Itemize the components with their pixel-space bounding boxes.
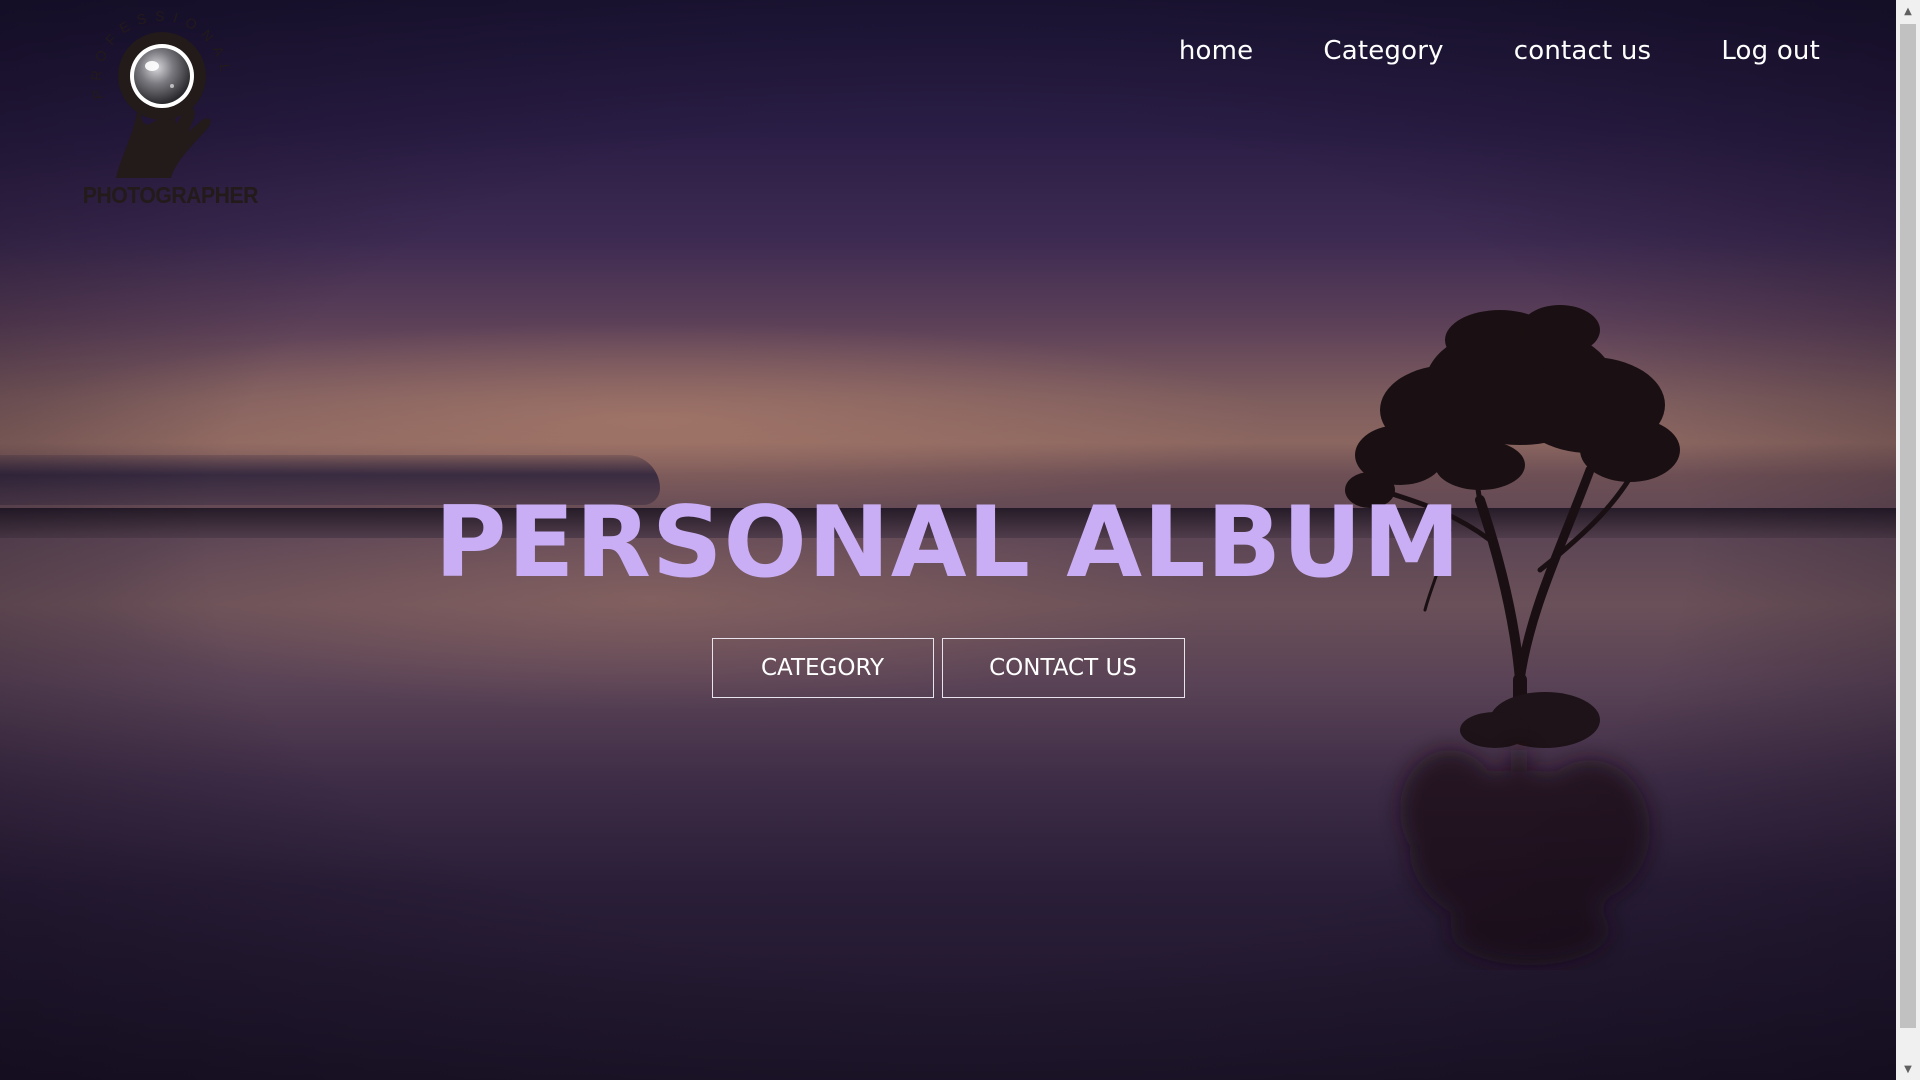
hero-section: PROFESSIONAL PHOTOGRAPHER home Category … <box>0 0 1896 1080</box>
nav-contact-us[interactable]: contact us <box>1514 32 1652 70</box>
hero-title: PERSONAL ALBUM <box>434 486 1462 600</box>
scroll-up-button[interactable]: ▲ <box>1896 0 1920 22</box>
nav-log-out[interactable]: Log out <box>1721 32 1820 70</box>
scroll-down-button[interactable]: ▼ <box>1896 1058 1920 1080</box>
main-nav: home Category contact us Log out <box>1109 32 1820 70</box>
nav-home[interactable]: home <box>1179 32 1254 70</box>
site-logo[interactable]: PROFESSIONAL PHOTOGRAPHER <box>76 8 259 215</box>
contact-us-button[interactable]: CONTACT US <box>941 638 1185 698</box>
logo-wordmark: PHOTOGRAPHER <box>82 182 259 208</box>
category-button[interactable]: CATEGORY <box>711 638 934 698</box>
nav-category[interactable]: Category <box>1323 32 1443 70</box>
scroll-thumb[interactable] <box>1900 24 1916 1028</box>
vertical-scrollbar[interactable]: ▲ ▼ <box>1896 0 1920 1080</box>
triangle-up-icon: ▲ <box>1904 5 1912 17</box>
hero-button-group: CATEGORY CONTACT US <box>0 638 1896 698</box>
triangle-down-icon: ▼ <box>1904 1063 1912 1075</box>
camera-lens-hand-icon: PROFESSIONAL <box>87 8 226 178</box>
